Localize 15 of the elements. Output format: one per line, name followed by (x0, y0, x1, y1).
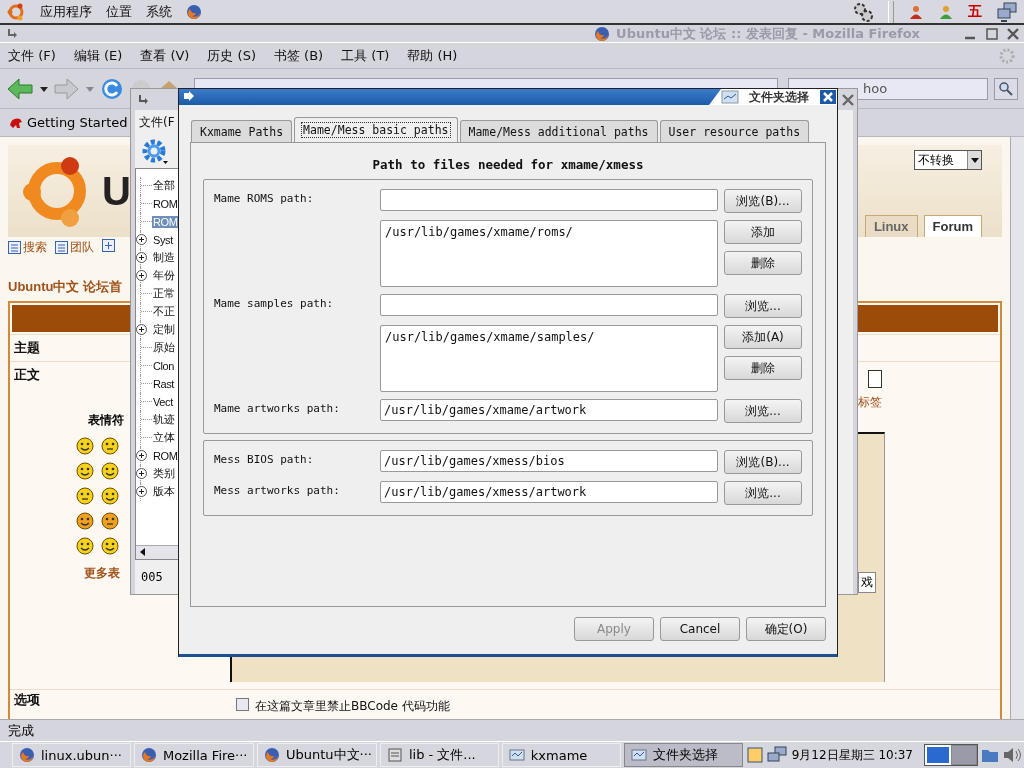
checkbox-label: 在这篇文章里禁止BBCode 代码功能 (255, 698, 450, 715)
path-label: Mame ROMS path: (214, 191, 315, 207)
window-title: Ubuntu中文 论坛 :: 发表回复 - Mozilla Firefox (616, 24, 920, 43)
smilies-heading: 表情符 (88, 412, 124, 429)
options-label: 选项 (14, 691, 40, 709)
path-label: Mame samples path: (214, 296, 335, 312)
status-text: 完成 (8, 721, 34, 740)
path-label: Mame artworks path: (214, 401, 341, 417)
path-label: Mess BIOS path: (214, 452, 315, 468)
subject-label: 主题 (14, 339, 40, 357)
path-label: Mess artworks path: (214, 483, 341, 499)
status-text: 005 (140, 569, 164, 586)
logo-text: U (102, 168, 131, 214)
body-label: 正文 (14, 366, 40, 384)
panel-heading: Path to files needed for xmame/xmess (371, 157, 645, 172)
